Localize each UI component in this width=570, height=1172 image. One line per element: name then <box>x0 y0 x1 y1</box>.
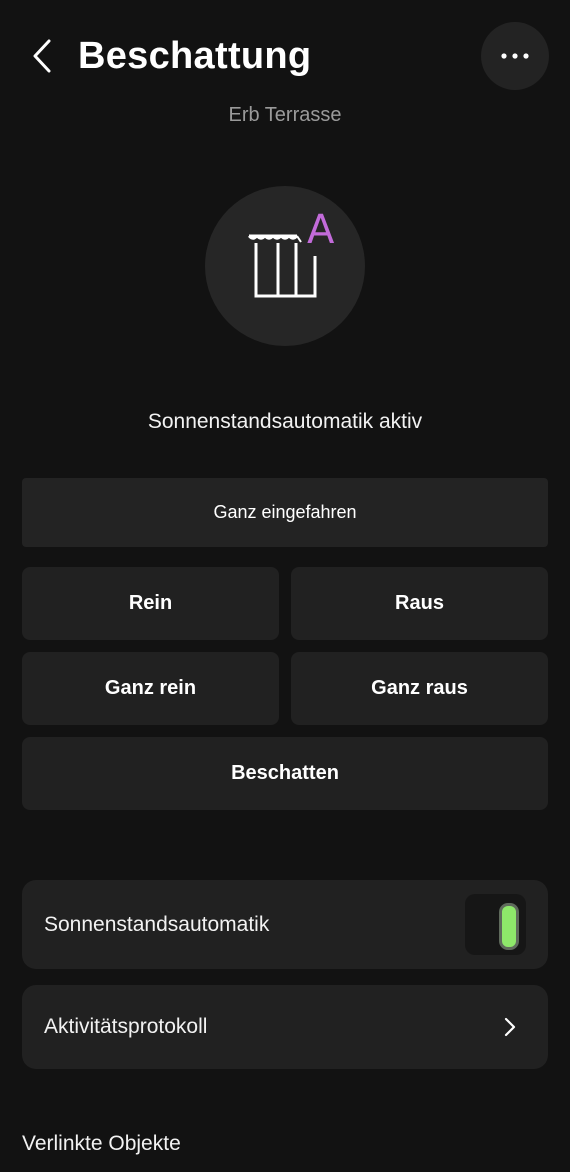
ganz-rein-button-label: Ganz rein <box>104 677 197 699</box>
room-subtitle: Erb Terrasse <box>228 104 342 126</box>
toggle-knob <box>499 903 519 950</box>
raus-button[interactable]: Raus <box>291 567 548 640</box>
activity-log-row[interactable]: Aktivitätsprotokoll <box>22 985 548 1069</box>
more-horizontal-icon <box>501 53 529 59</box>
rein-button-label: Rein <box>128 592 173 614</box>
page-title: Beschattung <box>78 35 312 77</box>
chevron-left-icon <box>33 39 51 73</box>
activity-log-label: Aktivitätsprotokoll <box>44 1015 208 1038</box>
back-button[interactable] <box>20 32 64 80</box>
beschatten-button-label: Beschatten <box>231 762 339 784</box>
ganz-raus-button-label: Ganz raus <box>371 677 468 699</box>
ganz-raus-button[interactable]: Ganz raus <box>291 652 548 725</box>
awning-icon <box>247 234 317 298</box>
rein-button[interactable]: Rein <box>22 567 279 640</box>
position-status-button[interactable]: Ganz eingefahren <box>22 478 548 547</box>
automatic-mode-badge: A <box>307 207 335 253</box>
beschatten-button[interactable]: Beschatten <box>22 737 548 810</box>
status-text: Sonnenstandsautomatik aktiv <box>147 410 423 433</box>
linked-objects-heading: Verlinkte Objekte <box>22 1132 181 1155</box>
more-options-button[interactable] <box>481 22 549 90</box>
sun-automation-toggle[interactable] <box>465 894 526 955</box>
chevron-right-icon <box>498 1014 522 1040</box>
sun-automation-label: Sonnenstandsautomatik <box>44 912 270 936</box>
device-icon-circle: A <box>205 186 365 346</box>
position-status-label: Ganz eingefahren <box>213 502 357 522</box>
ganz-rein-button[interactable]: Ganz rein <box>22 652 279 725</box>
raus-button-label: Raus <box>395 592 444 614</box>
